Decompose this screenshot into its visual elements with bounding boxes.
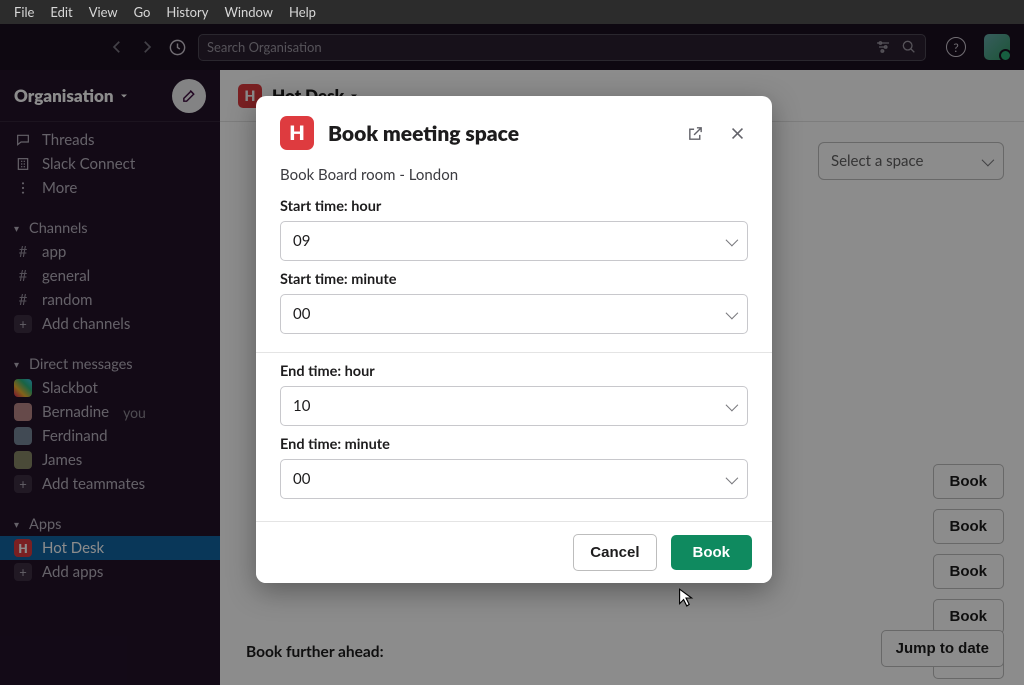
- open-external-icon[interactable]: [684, 122, 706, 144]
- os-menubar: File Edit View Go History Window Help: [0, 0, 1024, 24]
- chevron-down-icon: [726, 310, 735, 319]
- close-icon[interactable]: [726, 122, 748, 144]
- chevron-down-icon: [726, 237, 735, 246]
- modal-subtitle: Book Board room - London: [280, 166, 748, 184]
- hotdesk-icon: H: [280, 116, 314, 150]
- os-menu-history[interactable]: History: [158, 2, 216, 22]
- os-menu-window[interactable]: Window: [216, 2, 281, 22]
- select-value: 00: [293, 470, 310, 488]
- modal-title: Book meeting space: [328, 121, 664, 146]
- os-menu-edit[interactable]: Edit: [42, 2, 80, 22]
- modal-separator: [256, 352, 772, 353]
- start-minute-label: Start time: minute: [280, 271, 748, 288]
- chevron-down-icon: [726, 475, 735, 484]
- end-hour-select[interactable]: 10: [280, 386, 748, 426]
- start-hour-select[interactable]: 09: [280, 221, 748, 261]
- select-value: 00: [293, 305, 310, 323]
- book-meeting-modal: H Book meeting space Book Board room - L…: [256, 96, 772, 583]
- cancel-button[interactable]: Cancel: [573, 534, 656, 571]
- end-minute-select[interactable]: 00: [280, 459, 748, 499]
- end-hour-label: End time: hour: [280, 363, 748, 380]
- end-minute-label: End time: minute: [280, 436, 748, 453]
- os-menu-go[interactable]: Go: [126, 2, 159, 22]
- select-value: 09: [293, 232, 310, 250]
- book-button[interactable]: Book: [671, 535, 753, 570]
- select-value: 10: [293, 397, 310, 415]
- chevron-down-icon: [726, 402, 735, 411]
- os-menu-view[interactable]: View: [81, 2, 126, 22]
- start-minute-select[interactable]: 00: [280, 294, 748, 334]
- os-menu-file[interactable]: File: [6, 2, 42, 22]
- os-menu-help[interactable]: Help: [281, 2, 324, 22]
- start-hour-label: Start time: hour: [280, 198, 748, 215]
